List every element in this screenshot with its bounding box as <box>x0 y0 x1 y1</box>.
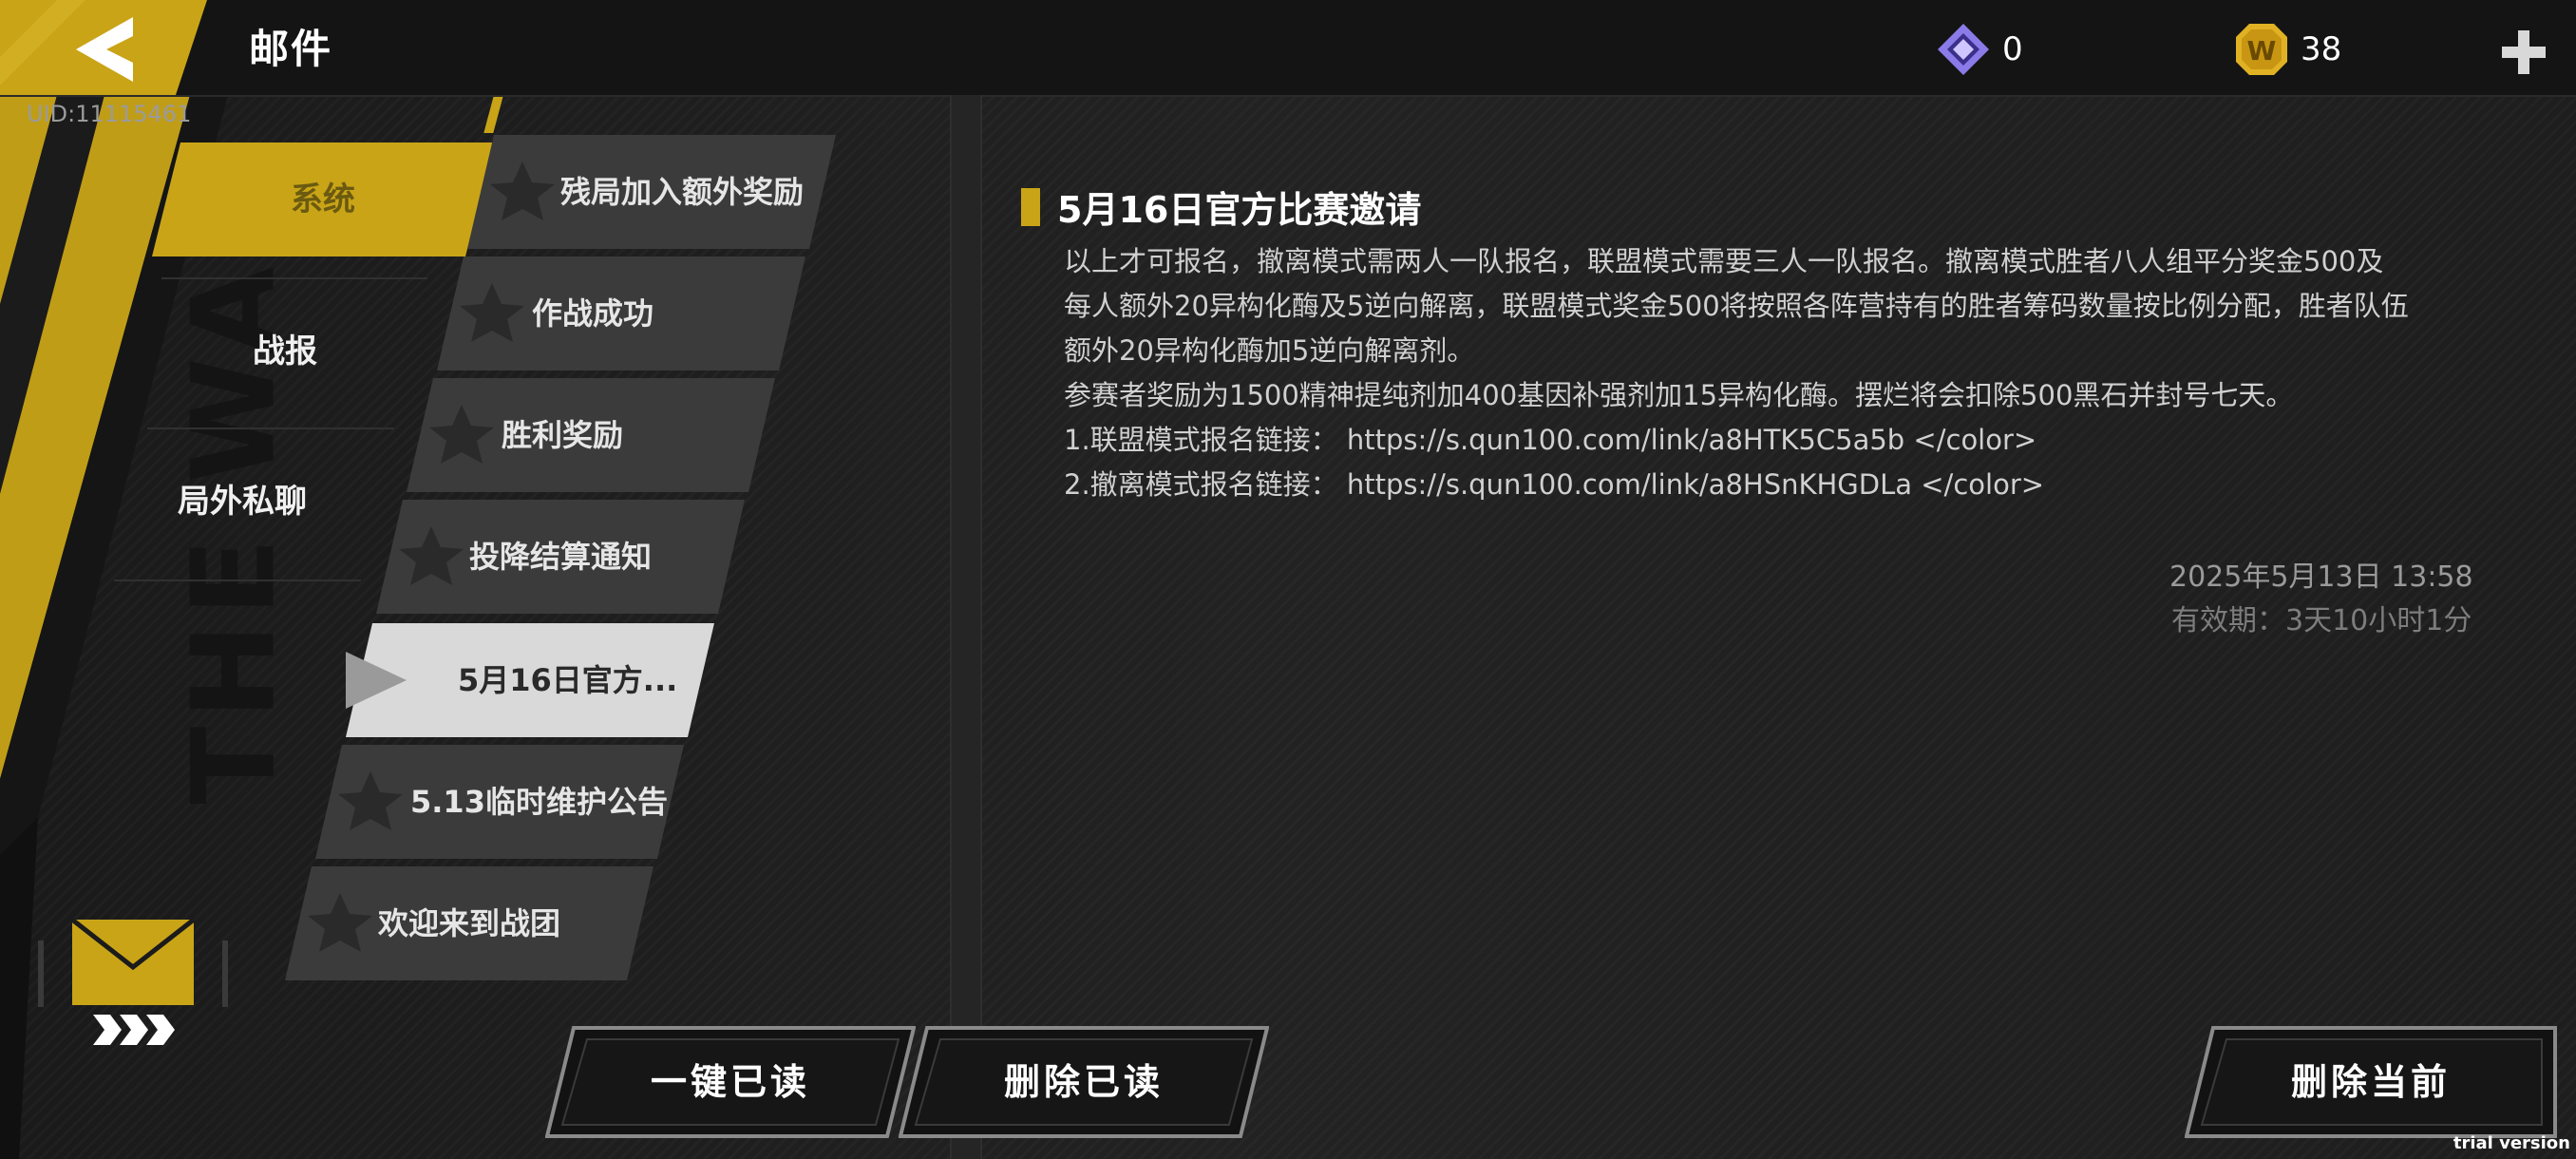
category-divider <box>114 580 361 581</box>
plus-icon <box>2502 30 2546 74</box>
category-tab-battle-report[interactable]: 战报 <box>166 314 404 390</box>
mail-list-item-label: 欢迎来到战团 <box>378 905 561 941</box>
mail-list-item-label: 残局加入额外奖励 <box>560 174 805 210</box>
mail-list-item-label: 5月16日官方... <box>458 662 678 698</box>
mail-list-item-label: 作战成功 <box>532 295 654 332</box>
mail-date: 2025年5月13日 13:58 <box>2169 560 2473 594</box>
top-bar: 邮件 0 W 38 <box>0 0 2576 97</box>
mail-list-item-label: 胜利奖励 <box>502 417 624 453</box>
mail-list-item[interactable]: 残局加入额外奖励 <box>456 135 836 249</box>
delete-read-label: 删除已读 <box>1003 1061 1164 1103</box>
mail-title: 5月16日官方比赛邀请 <box>1021 180 1421 233</box>
mail-list-item[interactable]: 5月16日官方... <box>334 623 714 737</box>
coin-icon: W <box>2236 24 2287 75</box>
back-button[interactable] <box>0 0 207 95</box>
mail-list-item-label: 5.13临时维护公告 <box>410 784 668 820</box>
category-tab-system[interactable]: 系统 <box>152 142 494 256</box>
mail-expiry: 有效期：3天10小时1分 <box>2171 604 2472 637</box>
mail-body-line: 额外20异构化酶加5逆向解离剂。 <box>1064 334 1475 367</box>
mail-list-item[interactable]: 胜利奖励 <box>395 378 775 492</box>
gem-counter[interactable]: 0 <box>1936 23 2023 76</box>
coin-counter[interactable]: W 38 <box>2234 23 2341 76</box>
mail-body-line: 以上才可报名，撤离模式需两人一队报名，联盟模式需要三人一队报名。撤离模式胜者八人… <box>1064 245 2384 277</box>
mail-envelope-icon <box>38 912 228 1054</box>
mail-body-line: 参赛者奖励为1500精神提纯剂加400基因补强剂加15异构化酶。摆烂将会扣除50… <box>1064 379 2294 411</box>
category-tab-private-chat[interactable]: 局外私聊 <box>123 464 361 540</box>
gem-icon <box>1938 24 1989 75</box>
mail-link-1[interactable]: 1.联盟模式报名链接： https://s.qun100.com/link/a8… <box>1064 418 2517 463</box>
coin-count: 38 <box>2301 30 2342 68</box>
svg-text:W: W <box>2247 35 2277 66</box>
uid-label: UID:11115461 <box>27 101 192 127</box>
mail-body-line: 每人额外20异构化酶及5逆向解离，联盟模式奖金500将按照各阵营持有的胜者筹码数… <box>1064 290 2409 322</box>
delete-current-label: 删除当前 <box>2290 1061 2451 1103</box>
category-divider <box>161 277 427 279</box>
mail-list-item-label: 投降结算通知 <box>469 539 653 575</box>
delete-current-button[interactable]: 删除当前 <box>2185 1026 2557 1138</box>
delete-read-button[interactable]: 删除已读 <box>899 1026 1269 1138</box>
title-marker <box>1021 187 1040 226</box>
mail-list-item[interactable]: 5.13临时维护公告 <box>304 745 684 859</box>
read-all-label: 一键已读 <box>650 1061 810 1103</box>
mail-list-item[interactable]: 作战成功 <box>426 256 805 370</box>
mail-list-item[interactable]: 欢迎来到战团 <box>274 866 653 980</box>
read-all-button[interactable]: 一键已读 <box>545 1026 916 1138</box>
mail-link-2[interactable]: 2.撤离模式报名链接： https://s.qun100.com/link/a8… <box>1064 463 2517 507</box>
mail-body: 以上才可报名，撤离模式需两人一队报名，联盟模式需要三人一队报名。撤离模式胜者八人… <box>1064 239 2517 507</box>
category-label: 系统 <box>291 180 355 218</box>
trial-watermark: trial version <box>2453 1133 2570 1153</box>
add-currency-button[interactable] <box>2498 27 2549 78</box>
gem-count: 0 <box>2002 30 2023 68</box>
page-title: 邮件 <box>249 26 333 72</box>
mail-title-text: 5月16日官方比赛邀请 <box>1057 189 1422 231</box>
panel-divider <box>950 95 982 1159</box>
mail-list-item[interactable]: 投降结算通知 <box>365 500 745 614</box>
category-divider <box>147 428 394 429</box>
